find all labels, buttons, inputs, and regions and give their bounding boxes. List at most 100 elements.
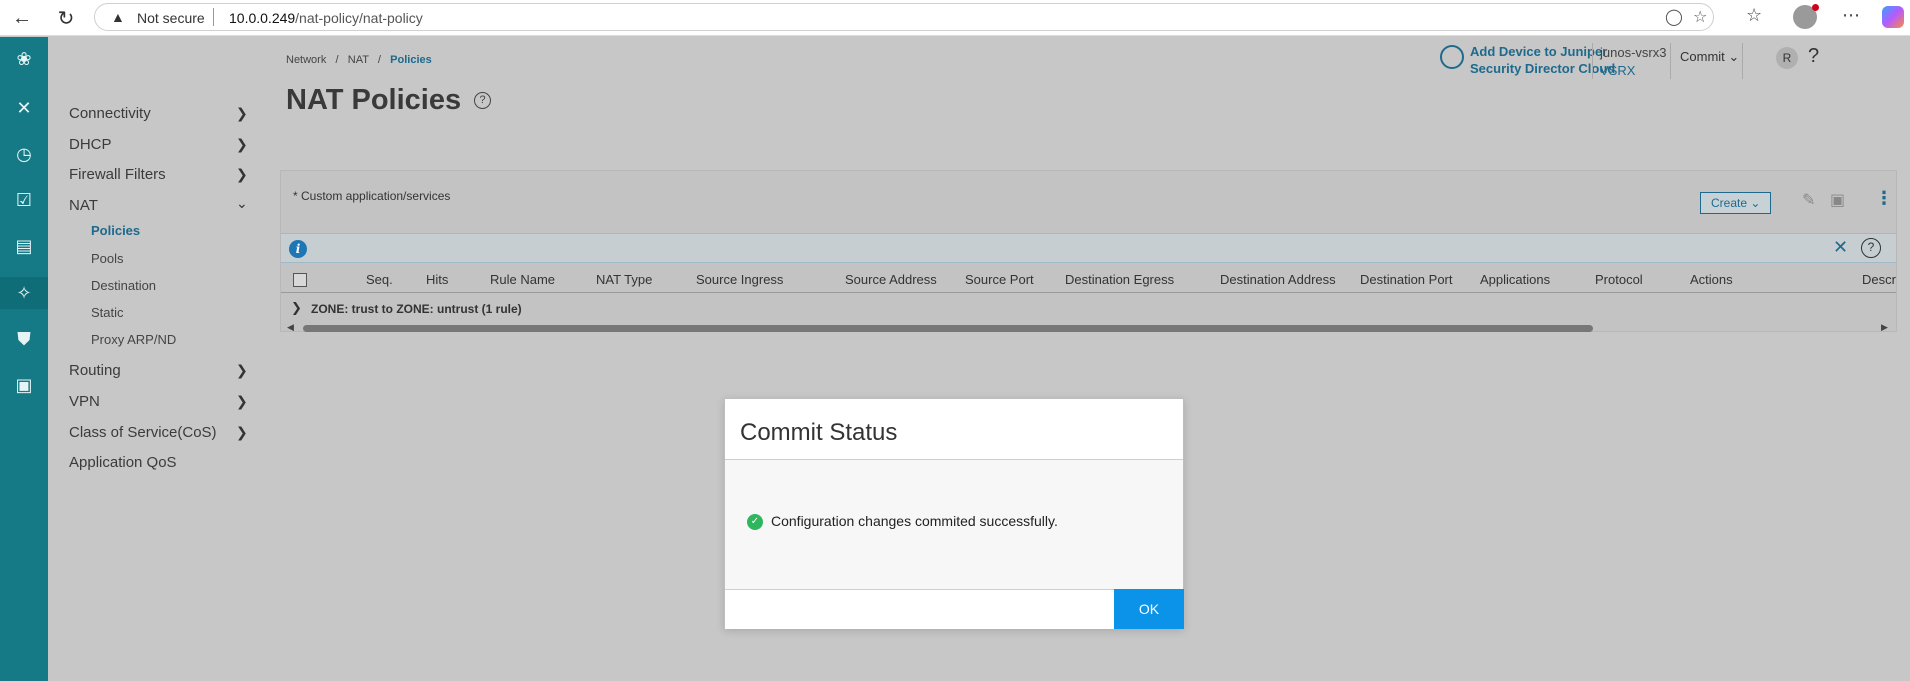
info-bar: i ✕ ? — [281, 233, 1896, 263]
device-name: junos-vsrx3 — [1600, 45, 1667, 60]
chevron-right-icon[interactable]: ❯ — [236, 166, 248, 183]
nav-sub-policies[interactable]: Policies — [91, 223, 140, 238]
nav-item-vpn[interactable]: VPN — [69, 393, 100, 410]
dialog-title: Commit Status — [740, 419, 898, 446]
read-aloud-icon[interactable]: ◯ — [1665, 7, 1683, 27]
breadcrumb: Network / NAT / Policies — [286, 54, 432, 66]
chevron-right-icon[interactable]: ❯ — [291, 300, 302, 316]
help-circle-icon[interactable]: ? — [1861, 238, 1881, 258]
col-description[interactable]: Descr — [1862, 272, 1896, 287]
add-device-link-line1[interactable]: Add Device to Juniper — [1470, 44, 1607, 59]
col-destination-egress[interactable]: Destination Egress — [1065, 272, 1174, 287]
nav-sub-proxy-arp[interactable]: Proxy ARP/ND — [91, 332, 176, 347]
dialog-header: Commit Status — [725, 399, 1183, 460]
col-source-address[interactable]: Source Address — [845, 272, 937, 287]
chevron-right-icon[interactable]: ❯ — [236, 105, 248, 122]
crumb-policies: Policies — [390, 54, 432, 66]
info-icon[interactable]: i — [289, 240, 307, 258]
more-vertical-icon[interactable]: ⋮ — [1875, 188, 1893, 209]
browser-toolbar: ← ↻ ▲ Not secure 10.0.0.249/nat-policy/n… — [0, 0, 1910, 36]
col-nat-type[interactable]: NAT Type — [596, 272, 652, 287]
scrollbar-thumb[interactable] — [303, 325, 1593, 332]
nav-item-application-qos[interactable]: Application QoS — [69, 454, 177, 471]
zone-group-row[interactable]: ❯ ZONE: trust to ZONE: untrust (1 rule) — [281, 294, 1896, 322]
device-model: VSRX — [1600, 63, 1636, 78]
col-actions[interactable]: Actions — [1690, 272, 1733, 287]
crumb-nat[interactable]: NAT — [348, 54, 369, 66]
chevron-right-icon[interactable]: ❯ — [236, 424, 248, 441]
commit-menu[interactable]: Commit ⌄ — [1680, 49, 1739, 65]
back-icon[interactable]: ← — [8, 4, 36, 32]
device-icon[interactable]: ▤ — [0, 230, 48, 262]
help-icon[interactable]: ? — [1808, 45, 1819, 68]
chevron-down-icon: ⌄ — [1728, 49, 1740, 64]
col-rule-name[interactable]: Rule Name — [490, 272, 555, 287]
crumb-network[interactable]: Network — [286, 54, 326, 66]
close-menu-icon[interactable]: ✕ — [0, 92, 48, 124]
not-secure-label: Not secure — [137, 10, 205, 26]
chevron-right-icon[interactable]: ❯ — [236, 362, 248, 379]
lock-icon[interactable]: ▣ — [0, 369, 48, 401]
create-button[interactable]: Create ⌄ — [1700, 192, 1771, 214]
chevron-right-icon[interactable]: ❯ — [236, 393, 248, 410]
reload-icon[interactable]: ↻ — [52, 4, 80, 32]
nav-sub-pools[interactable]: Pools — [91, 251, 124, 266]
security-director-cloud-icon[interactable] — [1440, 45, 1464, 69]
favorite-star-icon[interactable]: ☆ — [1693, 7, 1707, 27]
nav-item-firewall-filters[interactable]: Firewall Filters — [69, 166, 166, 183]
nat-policy-grid: * Custom application/services Create ⌄ ✎… — [280, 170, 1897, 332]
col-destination-address[interactable]: Destination Address — [1220, 272, 1336, 287]
nav-item-dhcp[interactable]: DHCP — [69, 136, 112, 153]
favorites-icon[interactable]: ☆ — [1746, 5, 1762, 26]
chevron-down-icon[interactable]: ⌄ — [236, 195, 248, 212]
nav-item-class-of-service[interactable]: Class of Service(CoS) — [69, 424, 217, 441]
copilot-icon[interactable] — [1882, 6, 1904, 28]
help-circle-icon[interactable]: ? — [474, 92, 491, 109]
user-avatar[interactable]: R — [1776, 47, 1798, 69]
header-right: Add Device to Juniper Security Director … — [1440, 39, 1910, 79]
address-bar[interactable]: ▲ Not secure 10.0.0.249/nat-policy/nat-p… — [94, 3, 1714, 31]
chevron-right-icon[interactable]: ❯ — [236, 136, 248, 153]
nav-sub-destination[interactable]: Destination — [91, 278, 156, 293]
url-text[interactable]: 10.0.0.249/nat-policy/nat-policy — [229, 10, 423, 26]
nav-item-nat[interactable]: NAT — [69, 197, 98, 214]
delete-trash-icon[interactable]: ▣ — [1830, 190, 1845, 210]
url-host: 10.0.0.249 — [229, 10, 296, 26]
scroll-right-icon[interactable]: ▶ — [1881, 322, 1888, 333]
warning-icon: ▲ — [111, 9, 125, 25]
network-icon[interactable]: ✧ — [0, 277, 48, 309]
nav-item-routing[interactable]: Routing — [69, 362, 121, 379]
col-protocol[interactable]: Protocol — [1595, 272, 1643, 287]
scroll-left-icon[interactable]: ◀ — [287, 322, 294, 333]
more-options-icon[interactable]: ⋯ — [1842, 5, 1860, 26]
page-title: NAT Policies — [286, 84, 462, 116]
col-hits[interactable]: Hits — [426, 272, 448, 287]
crumb-separator: / — [329, 54, 345, 66]
col-source-port[interactable]: Source Port — [965, 272, 1034, 287]
icon-rail: ❀ ✕ ◷ ☑ ▤ ✧ ⛊ ▣ — [0, 37, 48, 681]
col-source-ingress[interactable]: Source Ingress — [696, 272, 783, 287]
commit-status-dialog: Commit Status ✓ Configuration changes co… — [724, 398, 1184, 629]
add-device-link-line2[interactable]: Security Director Cloud — [1470, 61, 1615, 76]
nav-sub-static[interactable]: Static — [91, 305, 124, 320]
create-label: Create — [1711, 196, 1748, 210]
close-icon[interactable]: ✕ — [1833, 237, 1848, 258]
nav-item-connectivity[interactable]: Connectivity — [69, 105, 151, 122]
col-seq[interactable]: Seq. — [366, 272, 393, 287]
check-circle-icon: ✓ — [747, 514, 763, 530]
monitor-icon[interactable]: ☑ — [0, 184, 48, 216]
commit-label: Commit — [1680, 49, 1725, 64]
success-message: Configuration changes commited successfu… — [771, 513, 1058, 529]
col-destination-port[interactable]: Destination Port — [1360, 272, 1453, 287]
column-header-row: Seq. Hits Rule Name NAT Type Source Ingr… — [281, 265, 1896, 293]
url-path: /nat-policy/nat-policy — [295, 10, 423, 26]
security-shield-icon[interactable]: ⛊ — [0, 323, 48, 355]
edit-pencil-icon[interactable]: ✎ — [1802, 190, 1815, 210]
select-all-checkbox[interactable] — [293, 273, 307, 287]
juniper-logo-icon[interactable]: ❀ — [0, 43, 48, 75]
dashboard-icon[interactable]: ◷ — [0, 138, 48, 170]
header-divider — [1670, 43, 1671, 79]
horizontal-scrollbar[interactable]: ◀ ▶ — [281, 322, 1896, 334]
col-applications[interactable]: Applications — [1480, 272, 1550, 287]
ok-button[interactable]: OK — [1114, 589, 1184, 629]
